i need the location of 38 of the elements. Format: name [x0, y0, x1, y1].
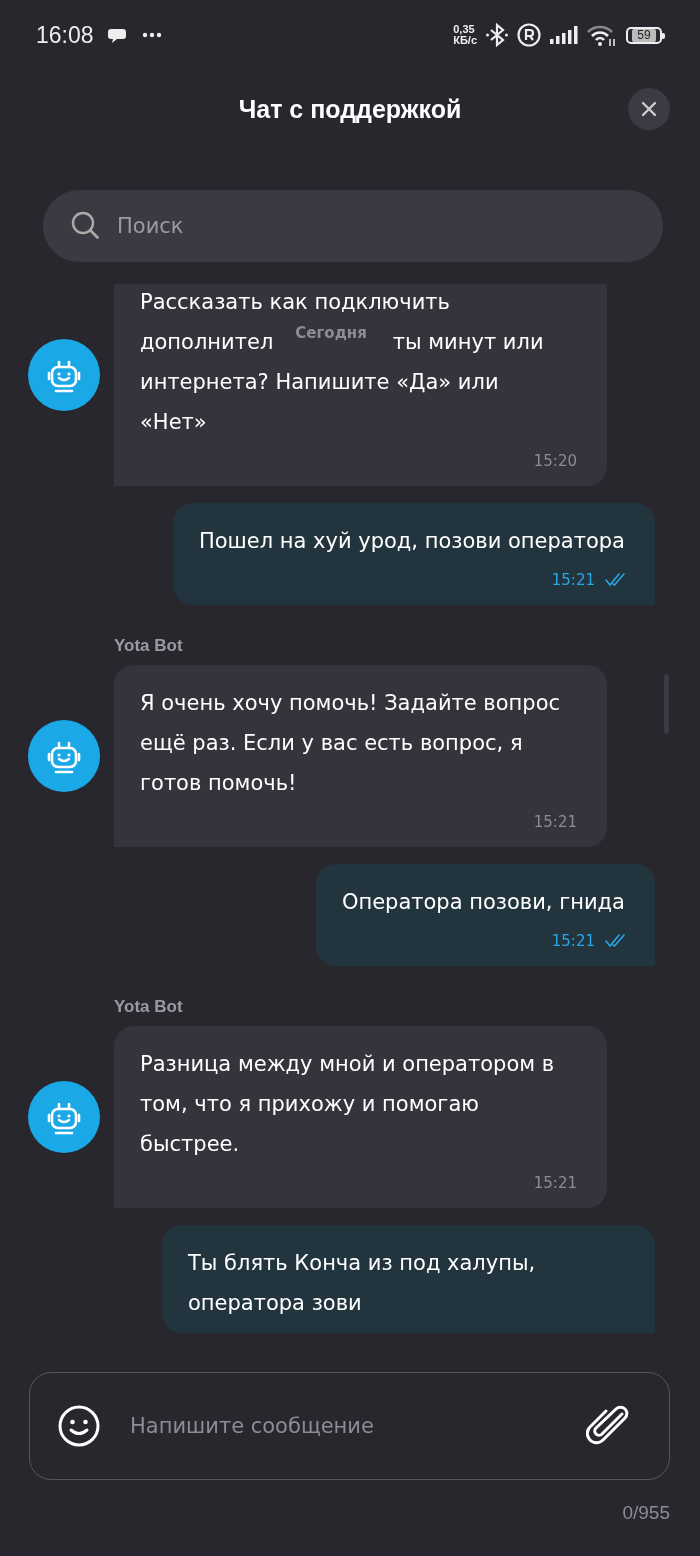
battery-level: 59 [632, 28, 656, 42]
message-text: ты минут или [392, 329, 544, 356]
signal-icon [550, 26, 578, 44]
paperclip-icon [586, 1404, 630, 1446]
speed-value: 0,35 [453, 24, 476, 35]
search-field[interactable]: Поиск [43, 190, 663, 262]
message-field[interactable]: Напишите сообщение [29, 1372, 670, 1480]
screen-title: Чат с поддержкой [238, 94, 462, 124]
smiley-icon [57, 1404, 101, 1448]
roaming-icon [517, 23, 541, 47]
message-text: Разница между мной и оператором в том, что я прихожу и помогаю быстрее. [140, 1051, 556, 1158]
speed-unit: КБ/с [453, 35, 477, 46]
close-button[interactable] [628, 88, 670, 130]
message-text: Рассказать как подключить [140, 289, 451, 316]
bluetooth-icon [486, 23, 508, 47]
message-time: 15:21 [551, 570, 595, 591]
message-text: Оператора позови, гнида [341, 889, 625, 916]
message-text: Пошел на хуй урод, позови оператора [198, 528, 625, 555]
sender-name: Yota Bot [113, 997, 184, 1017]
message-text: интернета? Напишите «Да» или [140, 369, 500, 396]
message-text: Я очень хочу помочь! Задайте вопрос ещё раз. Если у вас есть вопрос, я готов помочь! [140, 690, 562, 797]
message-time: 15:21 [551, 931, 595, 952]
message-text: «Нет» [140, 409, 208, 436]
attach-button[interactable] [586, 1404, 630, 1446]
more-dots-icon [141, 32, 162, 38]
close-icon [641, 101, 657, 117]
message-text: дополнител [140, 329, 274, 356]
search-icon [71, 211, 101, 241]
message-text: Ты блять Конча из под халупы, оператора зови [188, 1250, 537, 1317]
character-counter: 0/955 [621, 1502, 670, 1524]
emoji-button[interactable] [57, 1404, 101, 1448]
wifi-icon [587, 23, 617, 47]
message-time: 15:21 [533, 1173, 577, 1194]
date-label: Сегодня [295, 323, 367, 344]
sender-name: Yota Bot [113, 636, 184, 656]
message-time: 15:20 [533, 451, 577, 472]
message-time: 15:21 [533, 812, 577, 833]
clock-time: 16:08 [36, 21, 94, 49]
